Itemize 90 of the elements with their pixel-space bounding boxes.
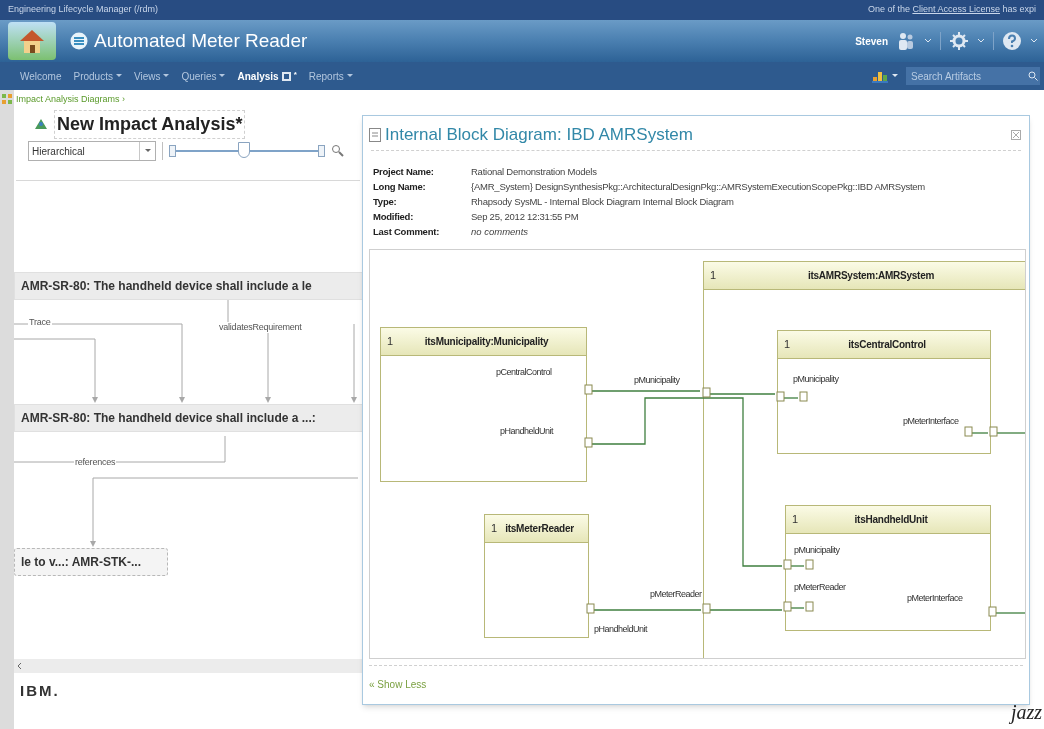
popup-title: Internal Block Diagram: IBD AMRSystem [385, 124, 693, 147]
artifact-node[interactable]: AMR-SR-80: The handheld device shall include a ...: [14, 404, 362, 432]
port-label: pHandheldUnit [594, 624, 648, 635]
chart-icon[interactable] [872, 69, 888, 83]
block-name: itsHandheldUnit [853, 513, 929, 527]
analysis-title[interactable]: New Impact Analysis* [54, 109, 246, 139]
user-name[interactable]: Steven [855, 33, 888, 49]
port [805, 601, 814, 612]
field-value: Sep 25, 2012 12:31:55 PM [471, 209, 579, 224]
block-name: itsMeterReader [504, 522, 575, 536]
port [964, 426, 973, 437]
search-field[interactable]: Search Artifacts [906, 67, 1040, 85]
block-name: itsCentralControl [847, 338, 927, 352]
artifact-node[interactable]: AMR-SR-80: The handheld device shall include a le [14, 272, 362, 300]
scroll-left-icon[interactable] [18, 663, 22, 669]
diagram-icon [2, 94, 12, 104]
nav-menu[interactable]: Queries [181, 68, 226, 84]
nav-menu[interactable]: Analysis * [237, 68, 297, 84]
nav-menu[interactable]: Welcome [20, 68, 62, 84]
caret-icon[interactable] [219, 74, 226, 78]
field-value: {AMR_System} DesignSynthesisPkg::ArchitecturalDesignPkg::AMRSystemExecutionScopePkg::IBD AMRSystem [471, 179, 926, 194]
help-icon[interactable] [1002, 31, 1022, 51]
home-icon[interactable] [8, 22, 56, 60]
multiplicity-label: 1 [491, 521, 498, 537]
nav-menu[interactable]: Reports [308, 68, 353, 84]
zoom-icon[interactable] [331, 144, 345, 158]
port [799, 391, 808, 402]
connector-line [790, 607, 805, 609]
zoom-slider[interactable] [169, 142, 325, 160]
port-label: pMeterInterface [907, 593, 963, 604]
field-value: no comments [471, 224, 529, 239]
multiplicity-label: 1 [387, 334, 394, 350]
caret-icon[interactable] [163, 74, 170, 78]
horizontal-scrollbar[interactable] [14, 659, 362, 673]
port-label: pMeterReader [650, 589, 702, 600]
users-icon[interactable] [896, 31, 916, 51]
field-value: Rhapsody SysML - Internal Block Diagram Internal Block Diagram [471, 194, 734, 209]
close-icon[interactable] [1011, 130, 1021, 140]
layout-select[interactable]: Hierarchical [28, 141, 156, 161]
field-label: Last Comment: [373, 224, 441, 239]
ibm-logo: IBM. [20, 680, 60, 701]
connector-line [996, 432, 1025, 434]
port-label: pMeterInterface [903, 416, 959, 427]
nav-menu[interactable]: Products [73, 68, 122, 84]
block-name: itsAMRSystem:AMRSystem [806, 269, 936, 283]
caret-icon[interactable] [892, 74, 898, 78]
connector-line [790, 565, 805, 567]
port-label: pCentralControl [496, 367, 552, 378]
multiplicity-label: 1 [784, 337, 791, 353]
edge-label: Trace [28, 317, 52, 328]
caret-icon[interactable] [924, 38, 932, 44]
edge-label: references [74, 457, 117, 468]
slider-thumb[interactable] [238, 142, 251, 158]
license-notice: One of the Client Access License has expi [867, 3, 1036, 17]
port-label: pMunicipality [634, 375, 680, 386]
caret-icon[interactable] [1030, 38, 1038, 44]
project-title: Automated Meter Reader [94, 28, 308, 53]
diagram-icon [281, 71, 291, 81]
port-label: pHandheldUnit [500, 426, 554, 437]
caret-icon[interactable] [346, 74, 353, 78]
multiplicity-label: 1 [710, 268, 717, 284]
port-label: pMunicipality [793, 374, 839, 385]
caret-icon[interactable] [144, 149, 151, 153]
settings-icon[interactable] [949, 31, 969, 51]
analysis-icon [34, 118, 48, 130]
field-label: Project Name: [373, 164, 435, 179]
nav-menu[interactable]: Views [133, 68, 170, 84]
caret-icon[interactable] [977, 38, 985, 44]
show-less-link[interactable]: « Show Less [369, 679, 427, 690]
field-label: Long Name: [373, 179, 427, 194]
field-value: Rational Demonstration Models [471, 164, 597, 179]
block-name: itsMunicipality:Municipality [423, 335, 550, 349]
document-icon [369, 128, 381, 142]
license-link[interactable]: Client Access License [912, 4, 1000, 15]
port [805, 559, 814, 570]
port-label: pMeterReader [794, 582, 846, 593]
edge-label: validatesRequirement [218, 322, 303, 333]
multiplicity-label: 1 [792, 512, 799, 528]
jazz-logo: jazz [1010, 700, 1042, 726]
field-label: Type: [373, 194, 398, 209]
field-label: Modified: [373, 209, 415, 224]
app-name: Engineering Lifecycle Manager (/rdm) [8, 3, 159, 17]
breadcrumb-link[interactable]: Impact Analysis Diagrams › [16, 93, 126, 107]
port-label: pMunicipality [794, 545, 840, 556]
caret-icon[interactable] [115, 74, 122, 78]
connector-line [709, 393, 776, 395]
connector-line [995, 612, 1025, 614]
artifact-node[interactable]: le to v...: AMR-STK-... [14, 548, 168, 576]
project-icon [70, 32, 88, 50]
search-icon[interactable] [1028, 71, 1038, 81]
